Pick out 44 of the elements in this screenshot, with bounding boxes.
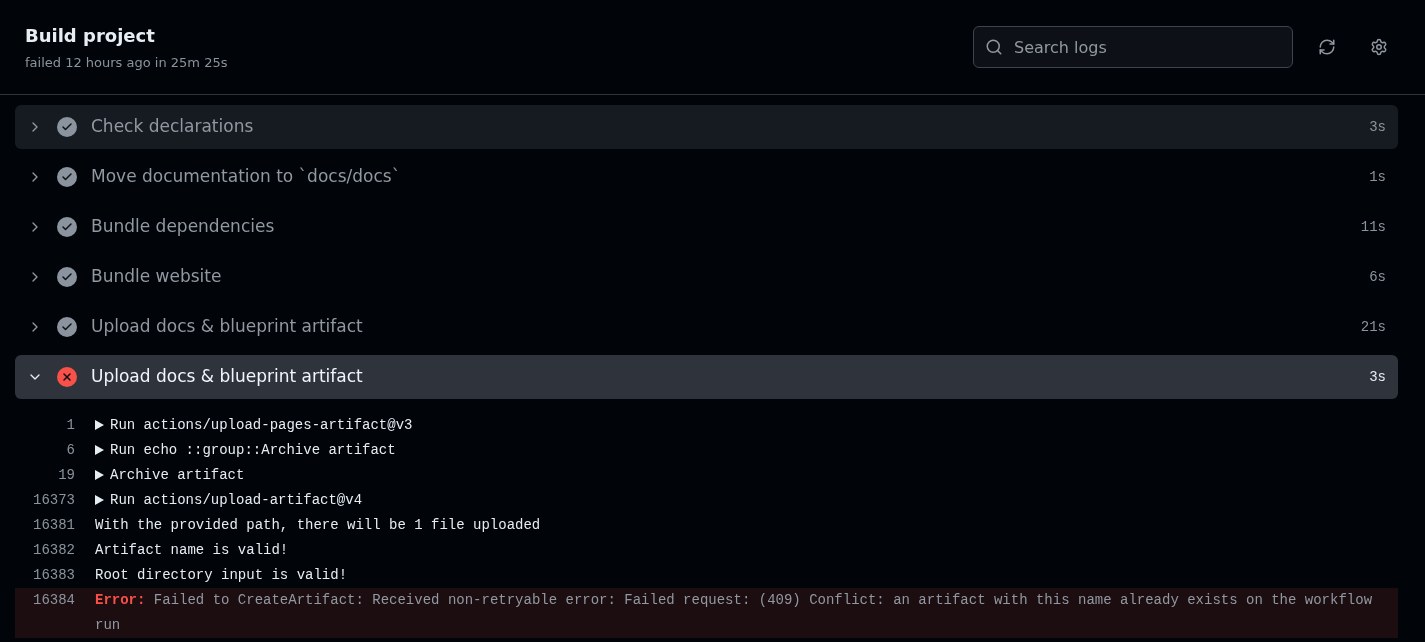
step-row[interactable]: Upload docs & blueprint artifact 21s <box>15 305 1398 349</box>
log-line[interactable]: Run echo ::group::Archive artifact <box>110 438 396 463</box>
step-row[interactable]: Bundle dependencies 11s <box>15 205 1398 249</box>
step-duration: 1s <box>1369 167 1386 187</box>
triangle-icon[interactable] <box>95 495 104 505</box>
step-name: Upload docs & blueprint artifact <box>91 365 364 389</box>
error-message: Error: Failed to CreateArtifact: Received non-retryable error: Failed request: (409) Conflict: an artifact with this name already exists on the workflow run <box>95 591 1374 635</box>
line-number: 6 <box>65 441 75 460</box>
log-line: Artifact name is valid! <box>95 541 289 560</box>
step-row[interactable]: Move documentation to `docs/docs` 1s <box>15 155 1398 199</box>
log-line: With the provided path, there will be 1 file uploaded <box>95 516 541 535</box>
triangle-icon[interactable] <box>95 420 104 430</box>
line-number: 16382 <box>32 541 75 560</box>
triangle-icon[interactable] <box>95 445 104 455</box>
job-status: failed 12 hours ago in 25m 25s <box>25 53 228 72</box>
job-title: Build project <box>25 23 156 48</box>
line-number: 16384 <box>32 591 75 610</box>
step-duration: 21s <box>1360 317 1386 337</box>
line-number: 16383 <box>32 566 75 585</box>
refresh-icon <box>1318 38 1336 56</box>
line-number: 19 <box>57 466 75 485</box>
step-name: Bundle website <box>91 265 223 289</box>
step-name: Bundle dependencies <box>91 215 276 239</box>
settings-icon <box>1370 38 1388 56</box>
line-number: 1 <box>65 416 75 435</box>
step-row[interactable]: Bundle website 6s <box>15 255 1398 299</box>
step-row[interactable]: Upload docs & blueprint artifact 3s <box>15 355 1398 399</box>
log-line[interactable]: Archive artifact <box>110 463 245 488</box>
step-name: Move documentation to `docs/docs` <box>91 165 402 189</box>
line-number: 16373 <box>32 491 75 510</box>
step-duration: 6s <box>1369 267 1386 287</box>
step-duration: 3s <box>1369 367 1386 387</box>
log-line: Root directory input is valid! <box>95 566 348 585</box>
search-field[interactable]: Search logs <box>973 26 1293 68</box>
log-line[interactable]: Run actions/upload-artifact@v4 <box>110 488 363 513</box>
step-duration: 11s <box>1360 217 1386 237</box>
line-number: 16381 <box>32 516 75 535</box>
step-name: Check declarations <box>91 115 255 139</box>
step-duration: 3s <box>1369 117 1386 137</box>
step-name: Upload docs & blueprint artifact <box>91 315 364 339</box>
search-icon <box>985 38 1003 56</box>
step-row[interactable]: Check declarations 3s <box>15 105 1398 149</box>
log-line[interactable]: Run actions/upload-pages-artifact@v3 <box>110 413 413 438</box>
triangle-icon[interactable] <box>95 470 104 480</box>
